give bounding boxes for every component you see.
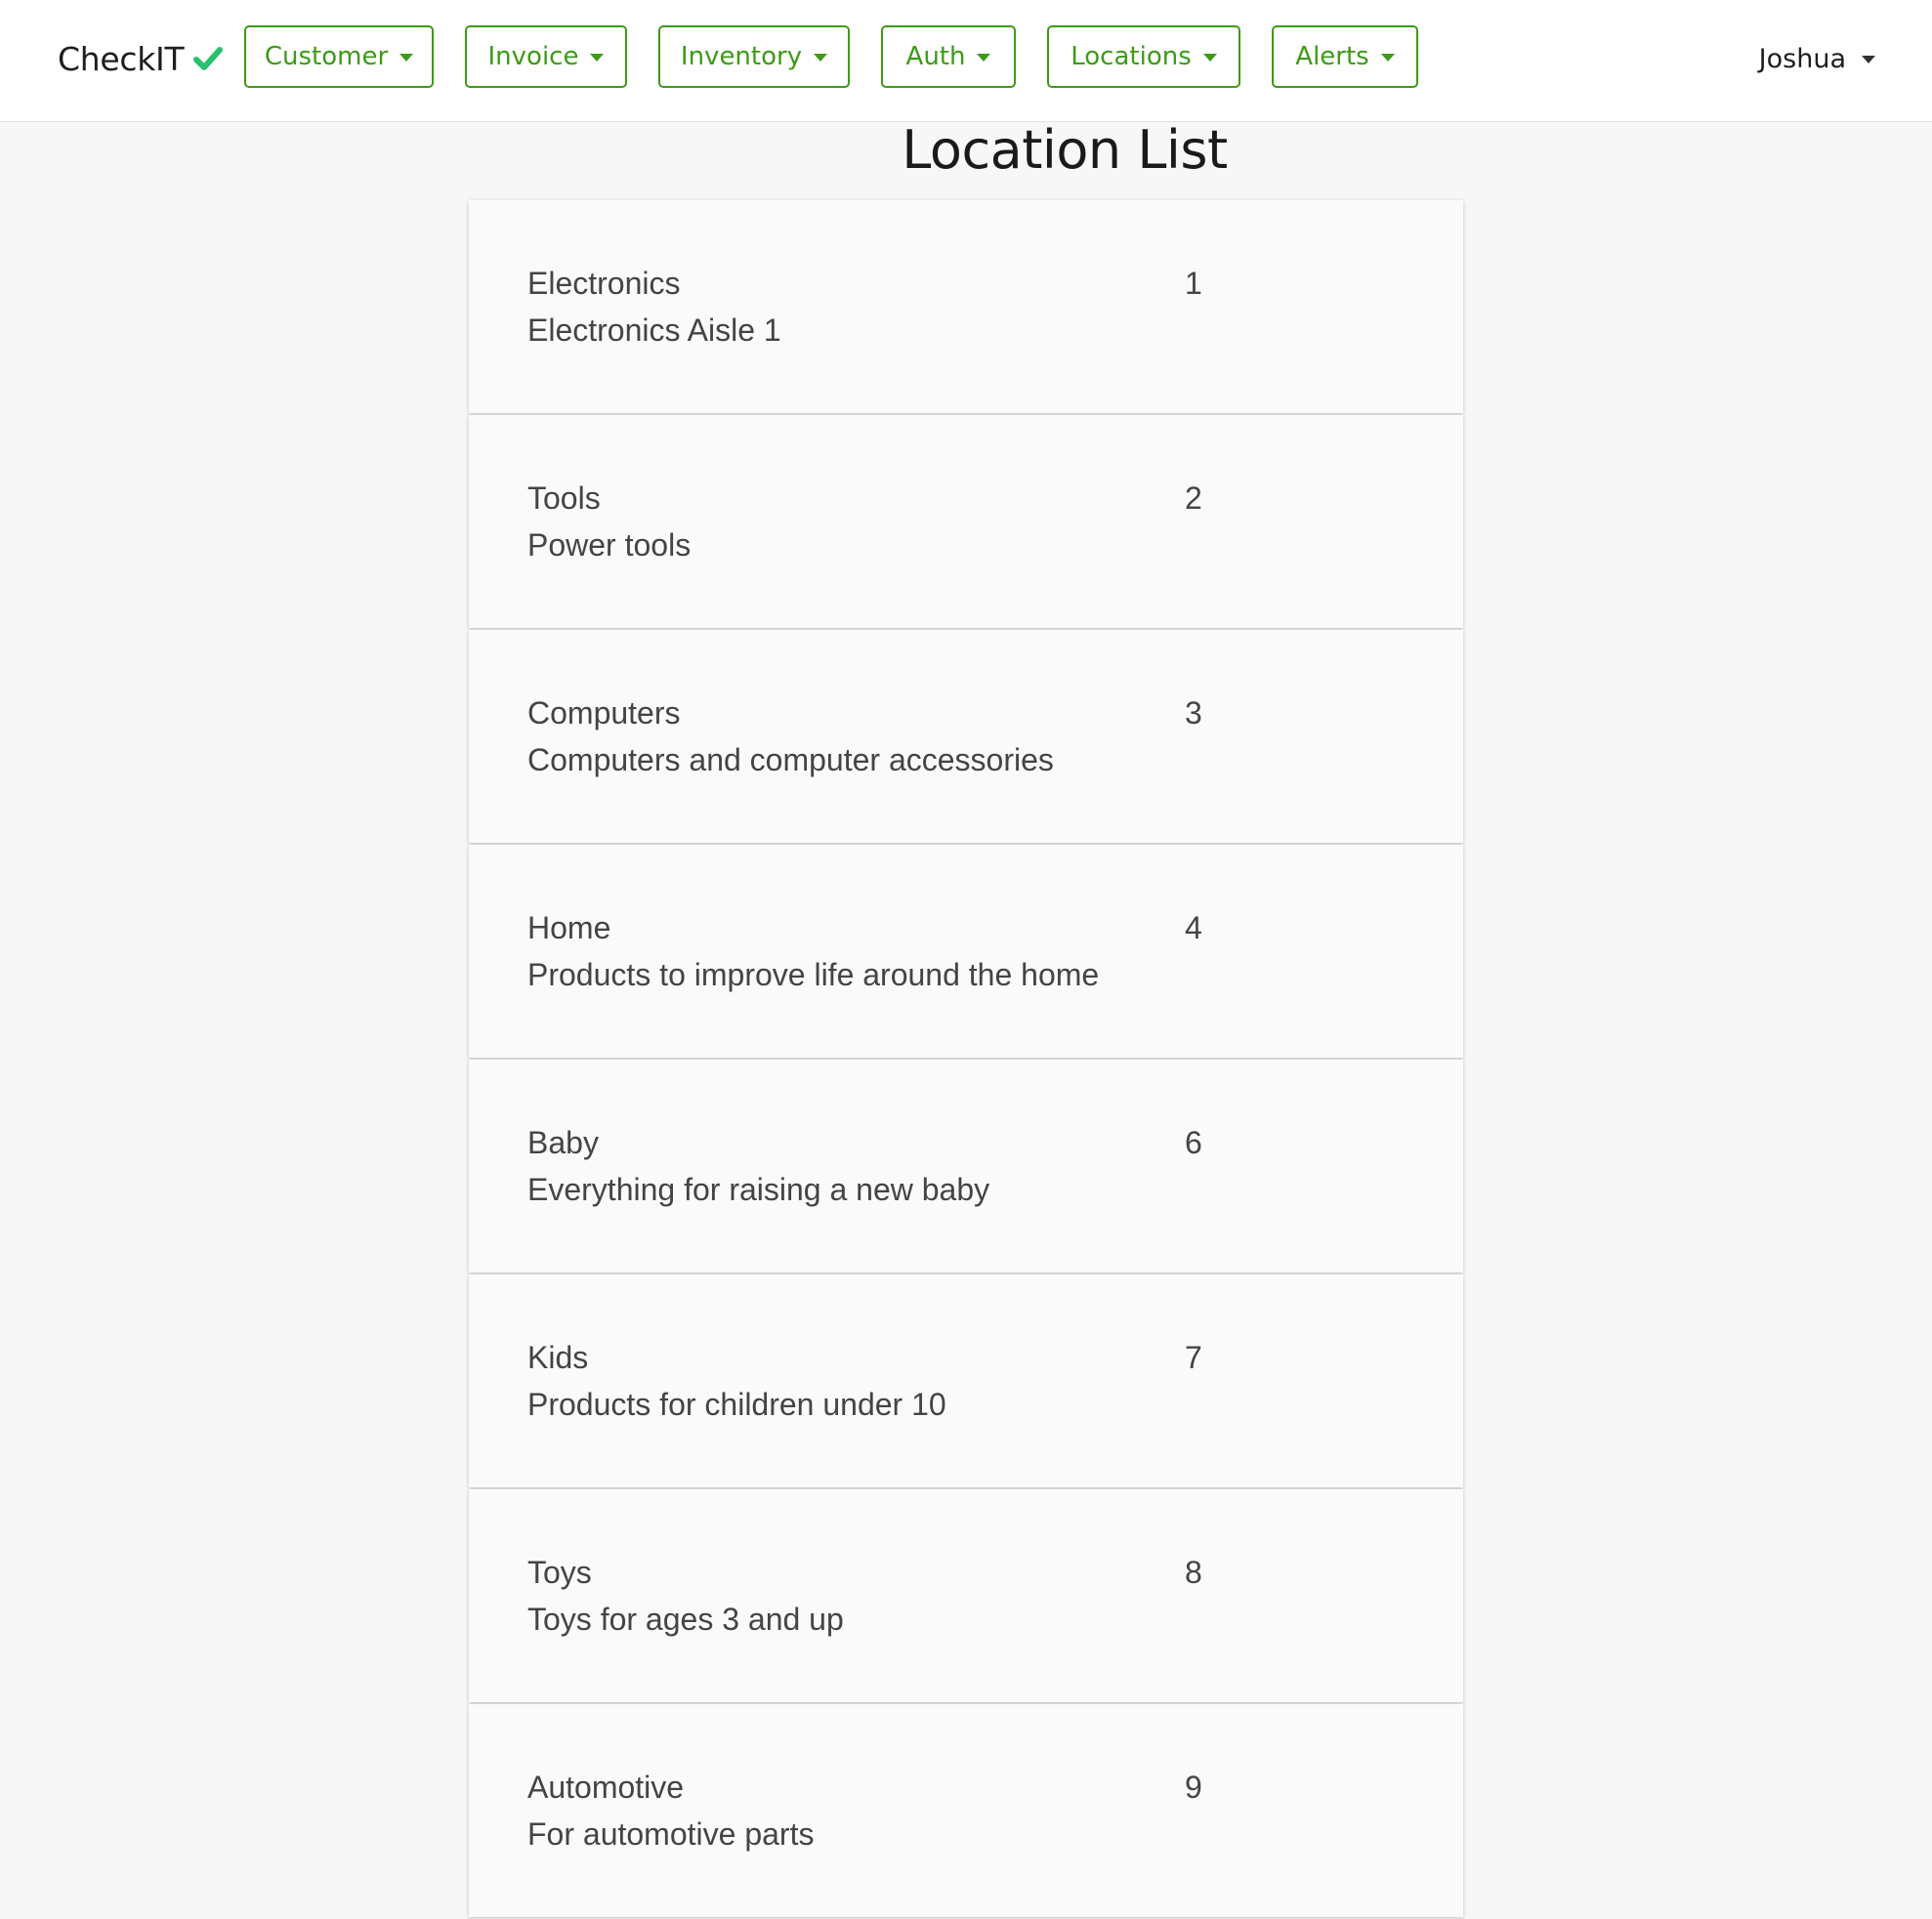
location-description: Everything for raising a new baby	[527, 1172, 990, 1207]
user-name: Joshua	[1758, 43, 1846, 74]
caret-down-icon	[1380, 54, 1395, 62]
location-card[interactable]: Computers Computers and computer accesso…	[469, 630, 1463, 843]
location-id: 8	[1185, 1555, 1202, 1590]
location-card[interactable]: Electronics Electronics Aisle 1 1	[469, 200, 1463, 413]
caret-down-icon	[814, 54, 828, 62]
location-name: Tools	[527, 480, 601, 516]
location-name: Automotive	[527, 1770, 685, 1805]
location-name: Baby	[527, 1125, 599, 1160]
invoice-menu-button[interactable]: Invoice	[465, 25, 627, 88]
alerts-menu-button[interactable]: Alerts	[1272, 25, 1418, 88]
invoice-menu-label: Invoice	[487, 42, 579, 71]
inventory-menu-button[interactable]: Inventory	[658, 25, 850, 88]
location-id: 6	[1185, 1125, 1202, 1160]
location-name: Electronics	[527, 266, 681, 301]
customer-menu-button[interactable]: Customer	[244, 25, 434, 88]
auth-menu-label: Auth	[905, 42, 966, 71]
location-name: Computers	[527, 695, 681, 730]
location-description: Power tools	[527, 527, 692, 563]
caret-down-icon	[399, 54, 414, 62]
location-card[interactable]: Toys Toys for ages 3 and up 8	[469, 1489, 1463, 1702]
location-description: Products for children under 10	[527, 1387, 946, 1422]
locations-menu-button[interactable]: Locations	[1047, 25, 1240, 88]
caret-down-icon	[1862, 56, 1875, 63]
location-id: 2	[1185, 480, 1202, 516]
caret-down-icon	[590, 54, 605, 62]
location-id: 3	[1185, 695, 1202, 730]
location-name: Toys	[527, 1555, 592, 1590]
location-description: Toys for ages 3 and up	[527, 1602, 844, 1637]
top-navbar: CheckIT Customer Invoice Inventory Auth …	[0, 0, 1932, 122]
page-title: Location List	[902, 119, 1228, 181]
location-name: Kids	[527, 1340, 589, 1375]
caret-down-icon	[977, 54, 991, 62]
location-id: 4	[1185, 910, 1202, 945]
locations-menu-label: Locations	[1071, 42, 1192, 71]
location-card[interactable]: Automotive For automotive parts 9	[469, 1704, 1463, 1917]
customer-menu-label: Customer	[264, 42, 389, 71]
checkmark-icon	[193, 47, 224, 70]
location-name: Home	[527, 910, 611, 945]
user-menu-toggle[interactable]: Joshua	[1759, 35, 1875, 82]
brand-name: CheckIT	[58, 39, 185, 78]
location-description: Computers and computer accessories	[527, 742, 1054, 777]
location-description: For automotive parts	[527, 1816, 815, 1852]
location-card[interactable]: Baby Everything for raising a new baby 6	[469, 1060, 1463, 1272]
location-list: Electronics Electronics Aisle 1 1 Tools …	[469, 200, 1463, 1919]
location-card[interactable]: Tools Power tools 2	[469, 415, 1463, 628]
brand-logo[interactable]: CheckIT	[58, 35, 224, 82]
location-card[interactable]: Kids Products for children under 10 7	[469, 1274, 1463, 1487]
location-id: 7	[1185, 1340, 1202, 1375]
location-description: Products to improve life around the home	[527, 957, 1100, 992]
inventory-menu-label: Inventory	[680, 42, 803, 71]
location-description: Electronics Aisle 1	[527, 313, 781, 348]
location-id: 1	[1185, 266, 1202, 301]
location-id: 9	[1185, 1770, 1202, 1805]
alerts-menu-label: Alerts	[1295, 42, 1369, 71]
auth-menu-button[interactable]: Auth	[881, 25, 1016, 88]
caret-down-icon	[1202, 54, 1217, 62]
location-card[interactable]: Home Products to improve life around the…	[469, 845, 1463, 1058]
